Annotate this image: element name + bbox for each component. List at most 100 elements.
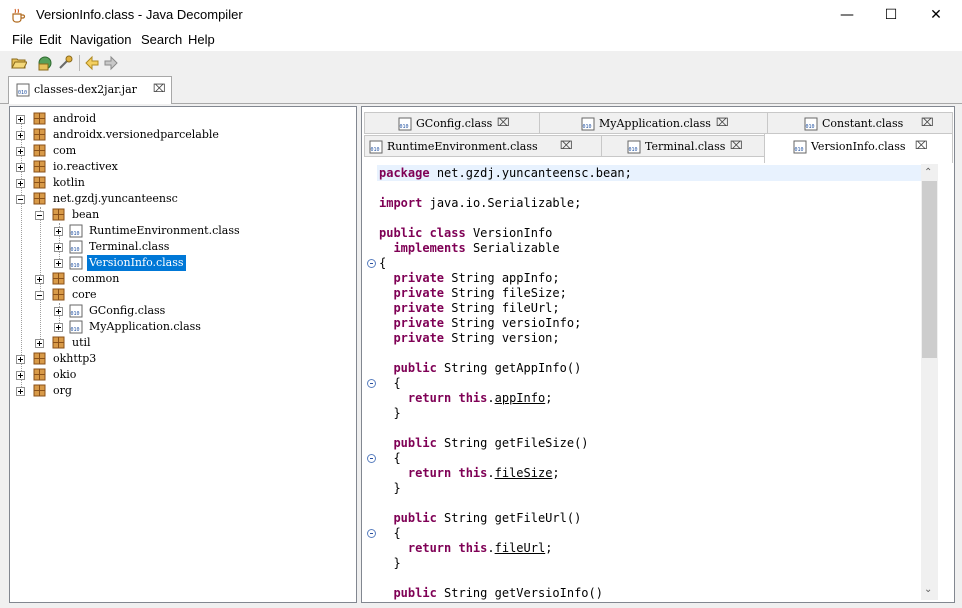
expand-icon[interactable] bbox=[16, 131, 25, 140]
return-line: return this.fileUrl; bbox=[407, 541, 553, 555]
scrollbar-thumb[interactable] bbox=[922, 181, 937, 358]
package-icon bbox=[33, 192, 46, 205]
collapse-icon[interactable] bbox=[35, 291, 44, 300]
fold-icon[interactable] bbox=[367, 454, 376, 463]
menu-edit[interactable]: Edit bbox=[39, 32, 61, 47]
fold-icon[interactable] bbox=[367, 259, 376, 268]
close-button[interactable]: ✕ bbox=[913, 0, 959, 31]
fold-icon[interactable] bbox=[367, 529, 376, 538]
expand-icon[interactable] bbox=[16, 179, 25, 188]
expand-icon[interactable] bbox=[16, 371, 25, 380]
class-file-icon: 010 bbox=[581, 117, 595, 131]
svg-text:010: 010 bbox=[583, 124, 592, 130]
package-icon bbox=[33, 128, 46, 141]
svg-text:010: 010 bbox=[795, 147, 804, 153]
expand-icon[interactable] bbox=[54, 243, 63, 252]
brace-line: } bbox=[379, 481, 401, 495]
tree-guide bbox=[21, 119, 22, 389]
open-file-icon[interactable] bbox=[11, 55, 27, 71]
field-line: private String appInfo; bbox=[393, 271, 560, 285]
class-file-icon: 010 bbox=[804, 117, 818, 131]
tab-label: classes-dex2jar.jar bbox=[34, 83, 137, 96]
class-file-icon: 010 bbox=[398, 117, 412, 131]
tab-gconfig[interactable]: 010 GConfig.class ⌧ bbox=[364, 112, 540, 134]
code-editor[interactable]: package net.gzdj.yuncanteensc.bean; impo… bbox=[363, 163, 953, 601]
fold-icon[interactable] bbox=[367, 379, 376, 388]
menu-file[interactable]: File bbox=[12, 32, 33, 47]
file-tab-bar: 010 classes-dex2jar.jar ⌧ bbox=[0, 75, 962, 104]
back-arrow-icon[interactable] bbox=[84, 55, 100, 71]
field-line: private String fileUrl; bbox=[393, 301, 560, 315]
close-tab-icon[interactable]: ⌧ bbox=[560, 139, 573, 152]
svg-text:010: 010 bbox=[71, 311, 80, 317]
package-icon bbox=[52, 272, 65, 285]
brace-line: } bbox=[379, 556, 401, 570]
tab-constant[interactable]: 010 Constant.class ⌧ bbox=[767, 112, 953, 134]
return-line: return this.fileSize; bbox=[407, 466, 560, 480]
package-icon bbox=[33, 352, 46, 365]
expand-icon[interactable] bbox=[35, 339, 44, 348]
menu-navigation[interactable]: Navigation bbox=[70, 32, 131, 47]
package-icon bbox=[33, 160, 46, 173]
method-signature: public String getFileUrl() bbox=[393, 511, 582, 525]
menu-search[interactable]: Search bbox=[141, 32, 182, 47]
expand-icon[interactable] bbox=[54, 323, 63, 332]
tab-runtimeenvironment[interactable]: 010 RuntimeEnvironment.class ⌧ bbox=[364, 135, 602, 157]
svg-text:010: 010 bbox=[71, 327, 80, 333]
toolbar-separator bbox=[79, 55, 80, 71]
expand-icon[interactable] bbox=[35, 275, 44, 284]
close-tab-icon[interactable]: ⌧ bbox=[730, 139, 743, 152]
tab-myapplication[interactable]: 010 MyApplication.class ⌧ bbox=[539, 112, 768, 134]
menu-bar: File Edit Navigation Search Help bbox=[0, 31, 962, 51]
scroll-down-icon[interactable]: ⌄ bbox=[924, 584, 932, 595]
class-file-icon: 010 bbox=[369, 140, 383, 154]
class-file-icon: 010 bbox=[69, 224, 83, 238]
brace-line: { bbox=[379, 526, 401, 540]
brace-line: } bbox=[379, 406, 401, 420]
expand-icon[interactable] bbox=[16, 115, 25, 124]
field-line: private String version; bbox=[393, 331, 560, 345]
close-tab-icon[interactable]: ⌧ bbox=[915, 139, 928, 152]
svg-text:010: 010 bbox=[371, 147, 380, 153]
tab-versioninfo[interactable]: 010 VersionInfo.class ⌧ bbox=[764, 133, 953, 163]
expand-icon[interactable] bbox=[16, 163, 25, 172]
expand-icon[interactable] bbox=[16, 355, 25, 364]
close-tab-icon[interactable]: ⌧ bbox=[497, 116, 510, 129]
window-title: VersionInfo.class - Java Decompiler bbox=[36, 7, 243, 22]
scroll-up-icon[interactable]: ⌃ bbox=[924, 167, 932, 178]
field-line: private String versioInfo; bbox=[393, 316, 582, 330]
minimize-button[interactable]: — bbox=[824, 0, 870, 31]
editor-panel: 010 GConfig.class ⌧ 010 MyApplication.cl… bbox=[361, 106, 955, 603]
expand-icon[interactable] bbox=[54, 227, 63, 236]
package-tree[interactable]: android androidx.versionedparcelable com… bbox=[9, 106, 357, 603]
field-line: private String fileSize; bbox=[393, 286, 567, 300]
package-icon bbox=[33, 368, 46, 381]
class-file-icon: 010 bbox=[69, 304, 83, 318]
class-file-icon: 010 bbox=[69, 320, 83, 334]
open-type-icon[interactable] bbox=[37, 55, 53, 71]
brace-line: { bbox=[379, 451, 401, 465]
tab-terminal[interactable]: 010 Terminal.class ⌧ bbox=[601, 135, 765, 157]
close-tab-icon[interactable]: ⌧ bbox=[153, 82, 166, 95]
brace-line: { bbox=[379, 376, 401, 390]
package-icon bbox=[52, 288, 65, 301]
jar-file-icon: 010 bbox=[16, 83, 30, 97]
forward-arrow-icon[interactable] bbox=[103, 55, 119, 71]
expand-icon[interactable] bbox=[16, 147, 25, 156]
class-file-icon: 010 bbox=[69, 256, 83, 270]
maximize-button[interactable]: ☐ bbox=[868, 0, 914, 31]
expand-icon[interactable] bbox=[54, 307, 63, 316]
tab-classes-jar[interactable]: 010 classes-dex2jar.jar ⌧ bbox=[8, 76, 172, 104]
close-tab-icon[interactable]: ⌧ bbox=[716, 116, 729, 129]
search-icon[interactable] bbox=[57, 55, 73, 71]
expand-icon[interactable] bbox=[16, 387, 25, 396]
collapse-icon[interactable] bbox=[35, 211, 44, 220]
vertical-scrollbar[interactable]: ⌃ ⌄ bbox=[921, 164, 938, 600]
svg-text:010: 010 bbox=[18, 90, 27, 96]
package-icon bbox=[33, 144, 46, 157]
menu-help[interactable]: Help bbox=[188, 32, 215, 47]
collapse-icon[interactable] bbox=[16, 195, 25, 204]
expand-icon[interactable] bbox=[54, 259, 63, 268]
close-tab-icon[interactable]: ⌧ bbox=[921, 116, 934, 129]
method-signature: public String getFileSize() bbox=[393, 436, 589, 450]
